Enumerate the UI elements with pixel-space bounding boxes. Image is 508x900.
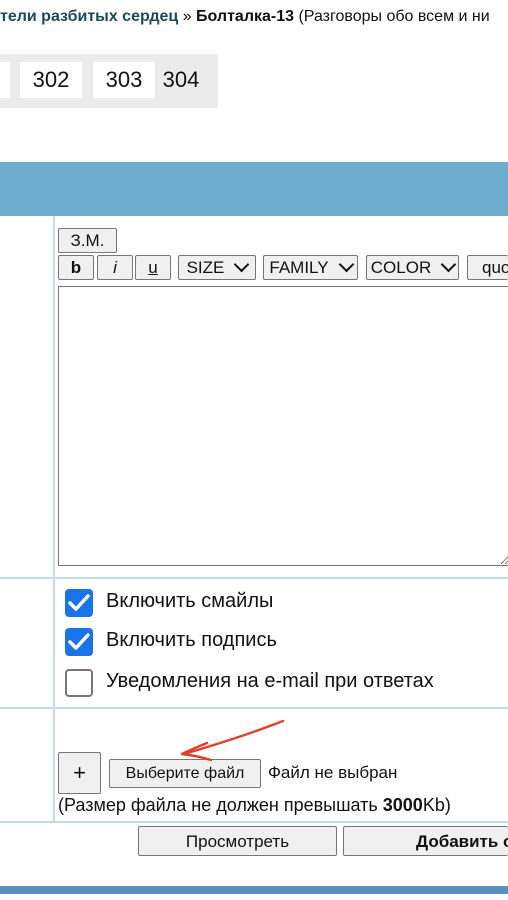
row-divider xyxy=(0,577,508,579)
color-select[interactable]: COLOR xyxy=(366,255,459,280)
column-divider xyxy=(53,216,55,822)
checkmark-icon xyxy=(68,594,90,611)
checkmark-icon xyxy=(68,633,90,650)
family-select[interactable]: FAMILY xyxy=(263,255,358,280)
underline-button[interactable]: u xyxy=(135,255,171,280)
topic-description: (Разговоры обо всем и ни xyxy=(298,8,490,25)
row-divider xyxy=(0,821,508,823)
file-size-limit: 3000 xyxy=(382,795,423,815)
breadcrumb: тели разбитых сердец » Болталка-13 (Разг… xyxy=(0,8,508,32)
preview-button[interactable]: Просмотреть xyxy=(138,826,337,856)
annotation-arrow-icon xyxy=(180,719,285,762)
email-notify-label: Уведомления на e-mail при ответах xyxy=(106,670,434,692)
email-notify-checkbox[interactable] xyxy=(65,669,93,697)
add-attachment-button[interactable]: + xyxy=(58,752,101,794)
page-link[interactable]: 302 xyxy=(20,62,82,98)
bold-button[interactable]: b xyxy=(58,255,94,280)
chevron-down-icon xyxy=(338,256,354,273)
page-link-partial[interactable] xyxy=(0,62,10,98)
zm-button[interactable]: З.М. xyxy=(58,228,117,253)
row-divider xyxy=(0,707,508,709)
forum-link[interactable]: тели разбитых сердец xyxy=(0,8,178,25)
topic-title[interactable]: Болталка-13 xyxy=(196,8,294,25)
enable-smilies-label: Включить смайлы xyxy=(106,590,274,612)
chevron-down-icon xyxy=(440,256,457,273)
size-select-label: SIZE xyxy=(186,258,225,277)
form-header-bar xyxy=(0,162,508,216)
quote-button[interactable]: quo xyxy=(467,255,508,280)
italic-button[interactable]: i xyxy=(97,255,133,280)
no-file-chosen-text: Файл не выбран xyxy=(268,763,398,782)
family-select-label: FAMILY xyxy=(269,258,329,277)
size-select[interactable]: SIZE xyxy=(178,255,256,280)
page-link[interactable]: 303 xyxy=(93,62,155,98)
pagination: 302 303 304 xyxy=(0,54,218,108)
color-select-label: COLOR xyxy=(370,258,432,277)
file-size-note-suffix: Kb) xyxy=(422,795,451,815)
enable-signature-checkbox[interactable] xyxy=(65,628,93,656)
chevron-down-icon xyxy=(234,256,250,273)
file-size-note: (Размер файла не должен превышать 3000Kb… xyxy=(58,795,451,816)
submit-button[interactable]: Добавить о xyxy=(343,826,508,856)
breadcrumb-separator: » xyxy=(182,8,192,25)
file-size-note-prefix: (Размер файла не должен превышать xyxy=(58,795,383,815)
current-page: 304 xyxy=(162,67,200,92)
message-textarea[interactable] xyxy=(58,286,508,566)
footer-bar xyxy=(0,886,508,894)
enable-signature-label: Включить подпись xyxy=(106,629,277,651)
enable-smilies-checkbox[interactable] xyxy=(65,589,93,617)
